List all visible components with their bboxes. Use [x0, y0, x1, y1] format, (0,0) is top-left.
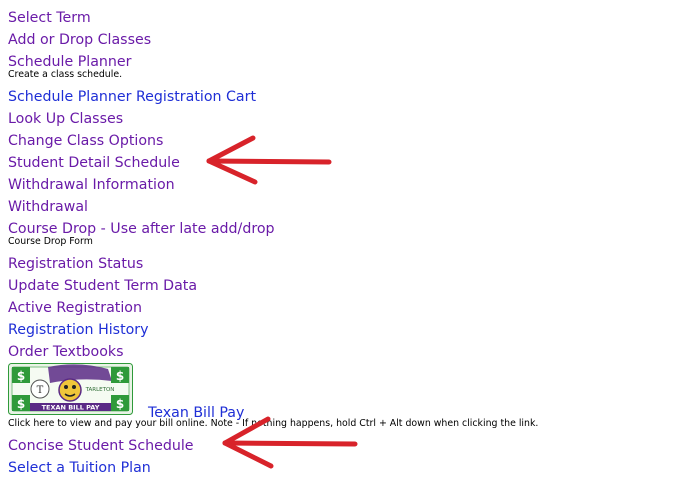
svg-text:$: $: [17, 369, 25, 383]
change-class-options-link[interactable]: Change Class Options: [8, 132, 163, 150]
menu-item-schedule-planner: Schedule Planner: [8, 51, 131, 71]
menu-item-registration-status: Registration Status: [8, 253, 143, 273]
menu-item-update-term-data: Update Student Term Data: [8, 275, 197, 295]
menu-item-tuition-plan: Select a Tuition Plan: [8, 457, 151, 477]
schedule-planner-cart-link[interactable]: Schedule Planner Registration Cart: [8, 88, 256, 106]
concise-student-schedule-link[interactable]: Concise Student Schedule: [8, 437, 194, 455]
svg-text:$: $: [17, 397, 25, 411]
menu-item-lookup-classes: Look Up Classes: [8, 108, 123, 128]
menu-item-active-registration: Active Registration: [8, 297, 142, 317]
registration-history-link[interactable]: Registration History: [8, 321, 149, 339]
menu-item-registration-history: Registration History: [8, 319, 149, 339]
add-drop-classes-link[interactable]: Add or Drop Classes: [8, 31, 151, 49]
svg-text:T: T: [37, 385, 44, 396]
menu-item-detail-schedule: Student Detail Schedule: [8, 152, 180, 172]
menu-item-select-term: Select Term: [8, 7, 91, 27]
withdrawal-information-link[interactable]: Withdrawal Information: [8, 176, 175, 194]
menu-item-planner-cart: Schedule Planner Registration Cart: [8, 86, 256, 106]
lookup-classes-link[interactable]: Look Up Classes: [8, 110, 123, 128]
svg-text:$: $: [116, 397, 124, 411]
course-drop-description: Course Drop Form: [8, 236, 93, 247]
menu-item-withdrawal: Withdrawal: [8, 196, 88, 216]
svg-text:$: $: [116, 369, 124, 383]
student-detail-schedule-link[interactable]: Student Detail Schedule: [8, 154, 180, 172]
withdrawal-link[interactable]: Withdrawal: [8, 198, 88, 216]
menu-item-course-drop: Course Drop - Use after late add/drop: [8, 218, 275, 238]
select-term-link[interactable]: Select Term: [8, 9, 91, 27]
menu-item-concise-schedule: Concise Student Schedule: [8, 435, 194, 455]
texan-bill-pay-description: Click here to view and pay your bill onl…: [8, 418, 539, 429]
update-student-term-data-link[interactable]: Update Student Term Data: [8, 277, 197, 295]
texan-bill-pay-image[interactable]: $ $ $ $ T TARLETON TEXAN BILL PAY: [8, 363, 133, 415]
svg-text:TARLETON: TARLETON: [85, 387, 115, 393]
menu-item-add-drop: Add or Drop Classes: [8, 29, 151, 49]
menu-item-withdrawal-info: Withdrawal Information: [8, 174, 175, 194]
select-tuition-plan-link[interactable]: Select a Tuition Plan: [8, 459, 151, 477]
annotation-arrow-detail-schedule: [206, 135, 332, 185]
active-registration-link[interactable]: Active Registration: [8, 299, 142, 317]
registration-status-link[interactable]: Registration Status: [8, 255, 143, 273]
svg-text:TEXAN BILL PAY: TEXAN BILL PAY: [42, 404, 100, 412]
menu-item-change-options: Change Class Options: [8, 130, 163, 150]
schedule-planner-description: Create a class schedule.: [8, 69, 123, 80]
dollar-bill-icon: $ $ $ $ T TARLETON TEXAN BILL PAY: [8, 363, 133, 415]
menu-item-order-textbooks: Order Textbooks: [8, 341, 124, 361]
order-textbooks-link[interactable]: Order Textbooks: [8, 343, 124, 361]
